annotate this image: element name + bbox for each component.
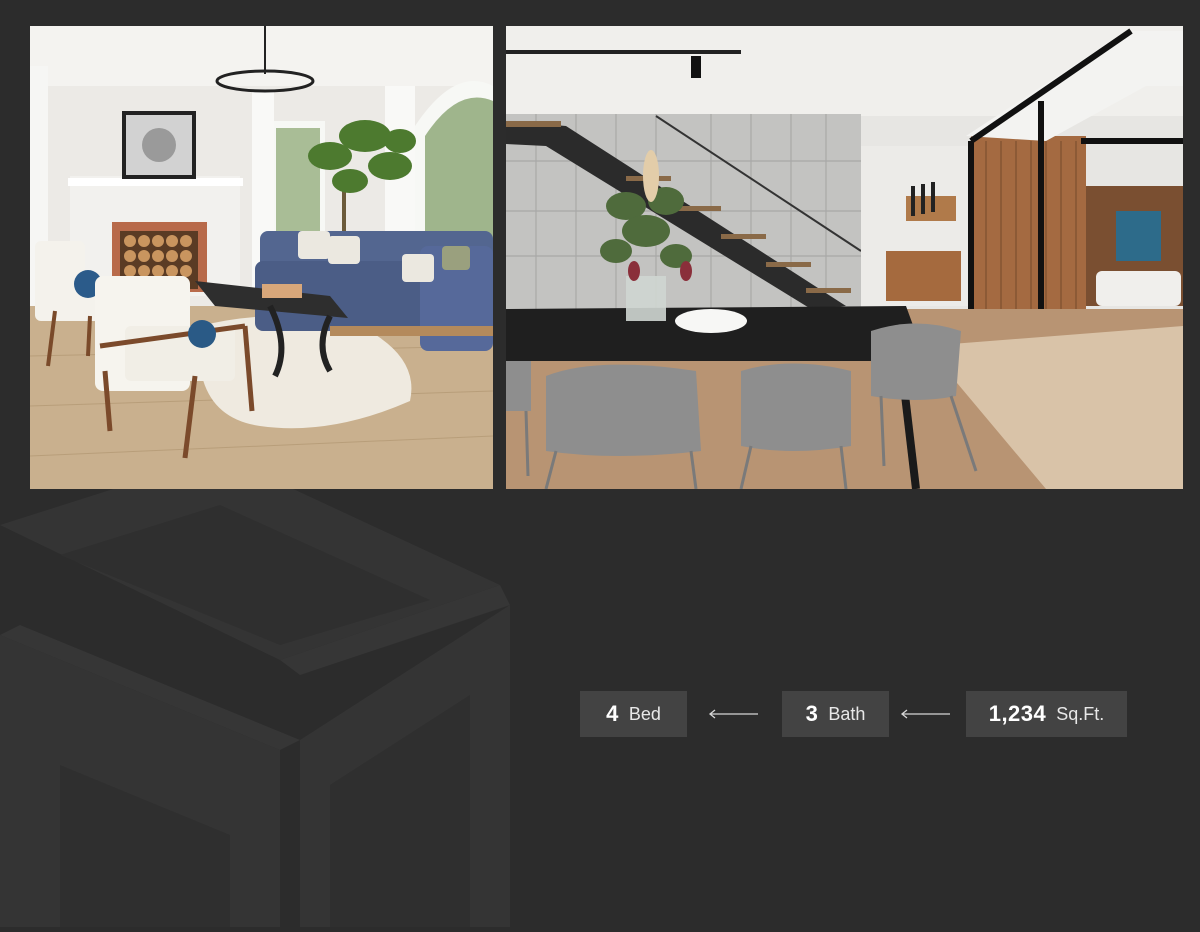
brand-logo-watermark — [0, 455, 520, 927]
arrow-left-icon — [899, 706, 951, 722]
arrow-left-icon — [707, 706, 759, 722]
bed-count-value: 4 — [606, 701, 619, 726]
bath-count-label: Bath — [828, 703, 866, 724]
bath-count-badge: 3 Bath — [782, 691, 889, 737]
dining-room-photo — [506, 26, 1183, 489]
property-stats: 4 Bed 3 Bath 1,234 Sq.Ft. — [580, 691, 1127, 737]
living-room-photo — [30, 26, 493, 489]
bed-count-label: Bed — [628, 703, 661, 724]
square-footage-badge: 1,234 Sq.Ft. — [966, 691, 1127, 737]
square-footage-label: Sq.Ft. — [1056, 703, 1105, 724]
square-footage-value: 1,234 — [988, 701, 1047, 726]
bed-count-badge: 4 Bed — [580, 691, 687, 737]
bath-count-value: 3 — [805, 701, 819, 726]
